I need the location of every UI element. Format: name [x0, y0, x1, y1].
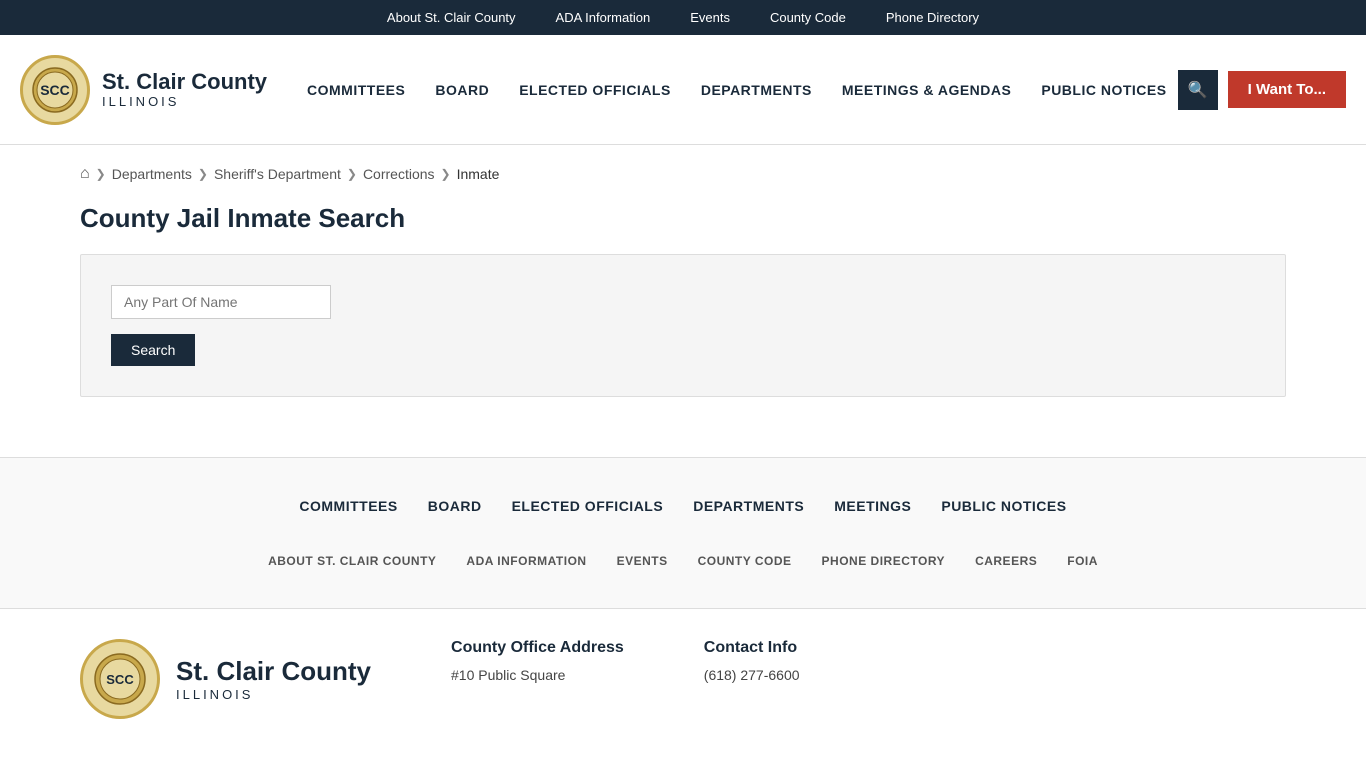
- nav-actions: 🔍 I Want To...: [1178, 70, 1346, 110]
- nav-meetings[interactable]: MEETINGS & AGENDAS: [842, 82, 1012, 98]
- county-code-link[interactable]: County Code: [770, 10, 846, 25]
- breadcrumb-sep-4: ❯: [441, 167, 451, 181]
- footer-phone[interactable]: PHONE DIRECTORY: [822, 554, 946, 568]
- footer-events[interactable]: EVENTS: [617, 554, 668, 568]
- footer-committees[interactable]: COMMITTEES: [299, 498, 397, 514]
- search-icon: 🔍: [1188, 80, 1208, 100]
- breadcrumb-sheriff[interactable]: Sheriff's Department: [214, 166, 341, 182]
- about-link[interactable]: About St. Clair County: [387, 10, 516, 25]
- logo-icon: SCC: [20, 55, 90, 125]
- nav-board[interactable]: BOARD: [435, 82, 489, 98]
- svg-text:SCC: SCC: [106, 672, 134, 687]
- nav-notices[interactable]: PUBLIC NOTICES: [1041, 82, 1166, 98]
- breadcrumb: ⌂ ❯ Departments ❯ Sheriff's Department ❯…: [0, 145, 1366, 193]
- breadcrumb-sep-1: ❯: [96, 167, 106, 181]
- home-icon: ⌂: [80, 165, 90, 182]
- page-title: County Jail Inmate Search: [80, 203, 1286, 234]
- i-want-button[interactable]: I Want To...: [1228, 71, 1346, 108]
- breadcrumb-current: Inmate: [457, 166, 500, 182]
- footer-logo-icon: SCC: [80, 639, 160, 719]
- footer-foia[interactable]: FOIA: [1067, 554, 1098, 568]
- logo-text: St. Clair County ILLINOIS: [102, 70, 267, 109]
- home-link[interactable]: ⌂: [80, 165, 90, 183]
- search-submit-button[interactable]: Search: [111, 334, 195, 366]
- ada-link[interactable]: ADA Information: [556, 10, 651, 25]
- footer-secondary-nav: ABOUT ST. CLAIR COUNTY ADA INFORMATION E…: [0, 554, 1366, 608]
- footer-careers[interactable]: CAREERS: [975, 554, 1037, 568]
- footer-departments[interactable]: DEPARTMENTS: [693, 498, 804, 514]
- footer-notices[interactable]: PUBLIC NOTICES: [941, 498, 1066, 514]
- nav-links: COMMITTEES BOARD ELECTED OFFICIALS DEPAR…: [307, 82, 1178, 98]
- inmate-search-input[interactable]: [111, 285, 331, 319]
- nav-committees[interactable]: COMMITTEES: [307, 82, 405, 98]
- footer-board[interactable]: BOARD: [428, 498, 482, 514]
- svg-text:SCC: SCC: [40, 82, 70, 98]
- nav-elected[interactable]: ELECTED OFFICIALS: [519, 82, 671, 98]
- events-link[interactable]: Events: [690, 10, 730, 25]
- footer-about[interactable]: ABOUT ST. CLAIR COUNTY: [268, 554, 436, 568]
- nav-departments[interactable]: DEPARTMENTS: [701, 82, 812, 98]
- breadcrumb-corrections[interactable]: Corrections: [363, 166, 435, 182]
- footer-address: County Office Address #10 Public Square: [451, 639, 624, 719]
- footer-logo-text: St. Clair County ILLINOIS: [176, 656, 371, 702]
- search-button[interactable]: 🔍: [1178, 70, 1218, 110]
- page-content: County Jail Inmate Search Search: [0, 193, 1366, 457]
- footer-meetings[interactable]: MEETINGS: [834, 498, 911, 514]
- search-form: Search: [80, 254, 1286, 397]
- footer-logo: SCC St. Clair County ILLINOIS: [80, 639, 371, 719]
- footer-ada[interactable]: ADA INFORMATION: [466, 554, 586, 568]
- site-logo[interactable]: SCC St. Clair County ILLINOIS: [20, 55, 267, 125]
- breadcrumb-sep-3: ❯: [347, 167, 357, 181]
- main-nav: SCC St. Clair County ILLINOIS COMMITTEES…: [0, 35, 1366, 145]
- footer-contact: Contact Info (618) 277-6600: [704, 639, 800, 719]
- footer-primary-nav: COMMITTEES BOARD ELECTED OFFICIALS DEPAR…: [0, 458, 1366, 554]
- footer-elected[interactable]: ELECTED OFFICIALS: [512, 498, 664, 514]
- footer-county-code[interactable]: COUNTY CODE: [698, 554, 792, 568]
- phone-directory-link[interactable]: Phone Directory: [886, 10, 979, 25]
- top-bar: About St. Clair County ADA Information E…: [0, 0, 1366, 35]
- breadcrumb-sep-2: ❯: [198, 167, 208, 181]
- breadcrumb-departments[interactable]: Departments: [112, 166, 192, 182]
- footer-bottom: SCC St. Clair County ILLINOIS County Off…: [0, 608, 1366, 749]
